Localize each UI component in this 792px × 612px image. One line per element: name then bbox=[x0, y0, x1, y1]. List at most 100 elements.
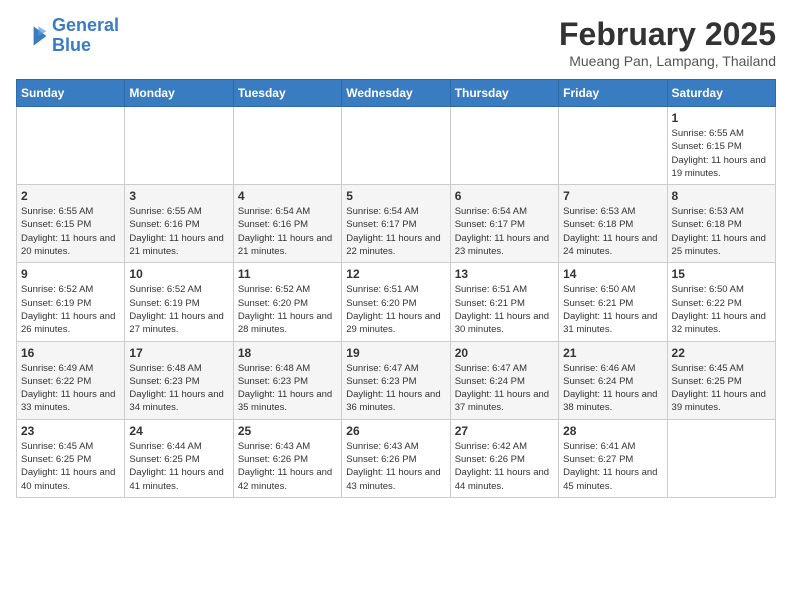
day-number: 5 bbox=[346, 189, 445, 203]
day-number: 14 bbox=[563, 267, 662, 281]
calendar-cell: 9Sunrise: 6:52 AM Sunset: 6:19 PM Daylig… bbox=[17, 263, 125, 341]
col-header-monday: Monday bbox=[125, 80, 233, 107]
calendar-cell: 23Sunrise: 6:45 AM Sunset: 6:25 PM Dayli… bbox=[17, 419, 125, 497]
calendar-cell: 27 Sunrise: 6:42 AM Sunset: 6:26 PM Dayli… bbox=[450, 419, 558, 497]
logo-icon bbox=[16, 20, 48, 52]
day-info: Sunrise: 6:48 AM Sunset: 6:23 PM Dayligh… bbox=[129, 362, 228, 415]
day-number: 3 bbox=[129, 189, 228, 203]
calendar-cell: 19 Sunrise: 6:47 AM Sunset: 6:23 PM Dayli… bbox=[342, 341, 450, 419]
page-header: General Blue February 2025 Mueang Pan, L… bbox=[16, 16, 776, 69]
day-info: Sunrise: 6:50 AM Sunset: 6:22 PM Dayligh… bbox=[672, 283, 771, 336]
day-number: 12 bbox=[346, 267, 445, 281]
day-info: Sunrise: 6:44 AM Sunset: 6:25 PM Dayligh… bbox=[129, 440, 228, 493]
day-info: Sunrise: 6:52 AM Sunset: 6:19 PM Dayligh… bbox=[21, 283, 120, 336]
calendar-cell bbox=[342, 107, 450, 185]
calendar-cell: 3 Sunrise: 6:55 AM Sunset: 6:16 PM Daylig… bbox=[125, 185, 233, 263]
day-info: Sunrise: 6:51 AM Sunset: 6:21 PM Dayligh… bbox=[455, 283, 554, 336]
calendar-cell: 26 Sunrise: 6:43 AM Sunset: 6:26 PM Dayli… bbox=[342, 419, 450, 497]
day-number: 25 bbox=[238, 424, 337, 438]
calendar-cell: 5 Sunrise: 6:54 AM Sunset: 6:17 PM Daylig… bbox=[342, 185, 450, 263]
day-number: 17 bbox=[129, 346, 228, 360]
calendar-cell: 18Sunrise: 6:48 AM Sunset: 6:23 PM Dayli… bbox=[233, 341, 341, 419]
day-number: 19 bbox=[346, 346, 445, 360]
day-number: 8 bbox=[672, 189, 771, 203]
day-info: Sunrise: 6:54 AM Sunset: 6:17 PM Dayligh… bbox=[346, 205, 445, 258]
day-number: 7 bbox=[563, 189, 662, 203]
day-info: Sunrise: 6:47 AM Sunset: 6:24 PM Dayligh… bbox=[455, 362, 554, 415]
day-number: 26 bbox=[346, 424, 445, 438]
calendar-week-5: 23Sunrise: 6:45 AM Sunset: 6:25 PM Dayli… bbox=[17, 419, 776, 497]
day-info: Sunrise: 6:43 AM Sunset: 6:26 PM Dayligh… bbox=[346, 440, 445, 493]
calendar-cell: 8 Sunrise: 6:53 AM Sunset: 6:18 PM Daylig… bbox=[667, 185, 775, 263]
day-info: Sunrise: 6:48 AM Sunset: 6:23 PM Dayligh… bbox=[238, 362, 337, 415]
calendar-header-row: SundayMondayTuesdayWednesdayThursdayFrid… bbox=[17, 80, 776, 107]
calendar-cell bbox=[559, 107, 667, 185]
day-number: 21 bbox=[563, 346, 662, 360]
day-info: Sunrise: 6:53 AM Sunset: 6:18 PM Dayligh… bbox=[672, 205, 771, 258]
calendar-cell: 21 Sunrise: 6:46 AM Sunset: 6:24 PM Dayli… bbox=[559, 341, 667, 419]
day-info: Sunrise: 6:43 AM Sunset: 6:26 PM Dayligh… bbox=[238, 440, 337, 493]
calendar-cell: 20 Sunrise: 6:47 AM Sunset: 6:24 PM Dayli… bbox=[450, 341, 558, 419]
day-number: 20 bbox=[455, 346, 554, 360]
col-header-thursday: Thursday bbox=[450, 80, 558, 107]
day-info: Sunrise: 6:55 AM Sunset: 6:15 PM Dayligh… bbox=[21, 205, 120, 258]
day-info: Sunrise: 6:42 AM Sunset: 6:26 PM Dayligh… bbox=[455, 440, 554, 493]
day-info: Sunrise: 6:46 AM Sunset: 6:24 PM Dayligh… bbox=[563, 362, 662, 415]
day-info: Sunrise: 6:51 AM Sunset: 6:20 PM Dayligh… bbox=[346, 283, 445, 336]
day-info: Sunrise: 6:45 AM Sunset: 6:25 PM Dayligh… bbox=[672, 362, 771, 415]
day-number: 27 bbox=[455, 424, 554, 438]
calendar-cell: 15 Sunrise: 6:50 AM Sunset: 6:22 PM Dayli… bbox=[667, 263, 775, 341]
day-info: Sunrise: 6:41 AM Sunset: 6:27 PM Dayligh… bbox=[563, 440, 662, 493]
calendar-cell bbox=[17, 107, 125, 185]
calendar-cell: 4 Sunrise: 6:54 AM Sunset: 6:16 PM Daylig… bbox=[233, 185, 341, 263]
calendar-week-3: 9Sunrise: 6:52 AM Sunset: 6:19 PM Daylig… bbox=[17, 263, 776, 341]
day-number: 1 bbox=[672, 111, 771, 125]
calendar-cell: 10 Sunrise: 6:52 AM Sunset: 6:19 PM Dayli… bbox=[125, 263, 233, 341]
day-number: 16 bbox=[21, 346, 120, 360]
day-number: 13 bbox=[455, 267, 554, 281]
location: Mueang Pan, Lampang, Thailand bbox=[559, 53, 776, 69]
calendar-cell: 22Sunrise: 6:45 AM Sunset: 6:25 PM Dayli… bbox=[667, 341, 775, 419]
calendar-cell bbox=[233, 107, 341, 185]
calendar-cell bbox=[667, 419, 775, 497]
day-number: 24 bbox=[129, 424, 228, 438]
calendar-cell: 12 Sunrise: 6:51 AM Sunset: 6:20 PM Dayli… bbox=[342, 263, 450, 341]
calendar-cell: 17 Sunrise: 6:48 AM Sunset: 6:23 PM Dayli… bbox=[125, 341, 233, 419]
calendar-cell: 16 Sunrise: 6:49 AM Sunset: 6:22 PM Dayli… bbox=[17, 341, 125, 419]
day-info: Sunrise: 6:55 AM Sunset: 6:16 PM Dayligh… bbox=[129, 205, 228, 258]
day-number: 4 bbox=[238, 189, 337, 203]
day-info: Sunrise: 6:50 AM Sunset: 6:21 PM Dayligh… bbox=[563, 283, 662, 336]
calendar-week-1: 1 Sunrise: 6:55 AM Sunset: 6:15 PM Daylig… bbox=[17, 107, 776, 185]
day-info: Sunrise: 6:53 AM Sunset: 6:18 PM Dayligh… bbox=[563, 205, 662, 258]
day-number: 15 bbox=[672, 267, 771, 281]
logo-text: General Blue bbox=[52, 16, 119, 56]
day-number: 23 bbox=[21, 424, 120, 438]
col-header-friday: Friday bbox=[559, 80, 667, 107]
calendar-cell: 2 Sunrise: 6:55 AM Sunset: 6:15 PM Daylig… bbox=[17, 185, 125, 263]
calendar-cell: 1 Sunrise: 6:55 AM Sunset: 6:15 PM Daylig… bbox=[667, 107, 775, 185]
calendar-cell: 13 Sunrise: 6:51 AM Sunset: 6:21 PM Dayli… bbox=[450, 263, 558, 341]
day-info: Sunrise: 6:47 AM Sunset: 6:23 PM Dayligh… bbox=[346, 362, 445, 415]
calendar-cell: 11Sunrise: 6:52 AM Sunset: 6:20 PM Dayli… bbox=[233, 263, 341, 341]
day-number: 6 bbox=[455, 189, 554, 203]
calendar-cell bbox=[450, 107, 558, 185]
day-info: Sunrise: 6:52 AM Sunset: 6:19 PM Dayligh… bbox=[129, 283, 228, 336]
col-header-sunday: Sunday bbox=[17, 80, 125, 107]
day-number: 11 bbox=[238, 267, 337, 281]
calendar-cell bbox=[125, 107, 233, 185]
col-header-tuesday: Tuesday bbox=[233, 80, 341, 107]
day-number: 28 bbox=[563, 424, 662, 438]
title-block: February 2025 Mueang Pan, Lampang, Thail… bbox=[559, 16, 776, 69]
calendar-cell: 14 Sunrise: 6:50 AM Sunset: 6:21 PM Dayli… bbox=[559, 263, 667, 341]
calendar-week-4: 16 Sunrise: 6:49 AM Sunset: 6:22 PM Dayli… bbox=[17, 341, 776, 419]
col-header-wednesday: Wednesday bbox=[342, 80, 450, 107]
calendar-week-2: 2 Sunrise: 6:55 AM Sunset: 6:15 PM Daylig… bbox=[17, 185, 776, 263]
calendar: SundayMondayTuesdayWednesdayThursdayFrid… bbox=[16, 79, 776, 498]
calendar-cell: 6Sunrise: 6:54 AM Sunset: 6:17 PM Daylig… bbox=[450, 185, 558, 263]
day-info: Sunrise: 6:55 AM Sunset: 6:15 PM Dayligh… bbox=[672, 127, 771, 180]
day-number: 2 bbox=[21, 189, 120, 203]
day-number: 10 bbox=[129, 267, 228, 281]
calendar-cell: 28 Sunrise: 6:41 AM Sunset: 6:27 PM Dayli… bbox=[559, 419, 667, 497]
day-info: Sunrise: 6:49 AM Sunset: 6:22 PM Dayligh… bbox=[21, 362, 120, 415]
day-info: Sunrise: 6:54 AM Sunset: 6:16 PM Dayligh… bbox=[238, 205, 337, 258]
